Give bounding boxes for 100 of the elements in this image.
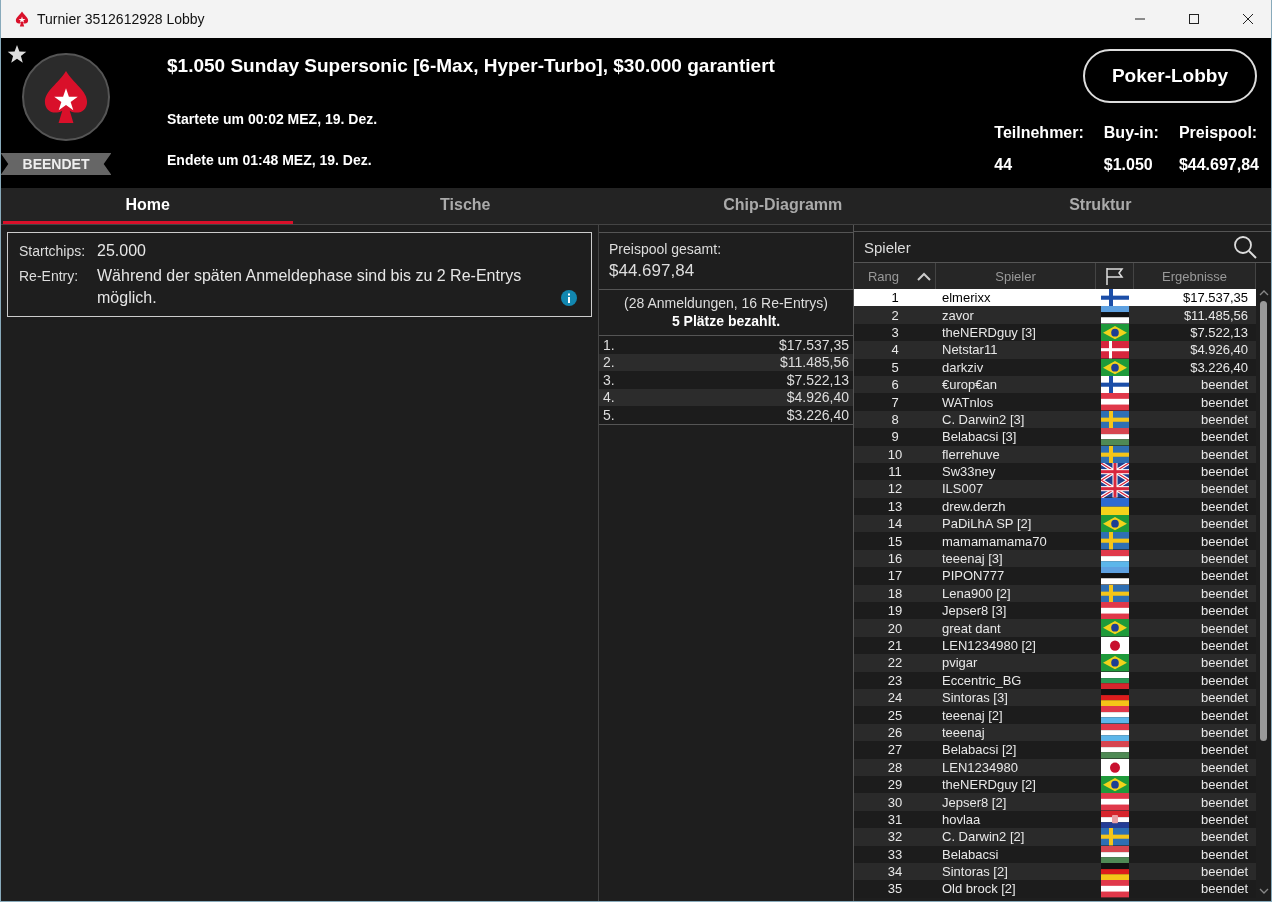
- player-name: teeenaj: [941, 724, 986, 740]
- player-name: elmerixx: [941, 290, 992, 306]
- player-name: C. Darwin2 [2]: [941, 829, 1026, 845]
- rank-cell-text: 18: [886, 585, 904, 601]
- result-cell-text: beendet: [1200, 585, 1249, 601]
- player-name: Sintoras [3]: [941, 690, 1009, 706]
- player-name: flerrehuve: [941, 446, 1001, 462]
- rank-cell-text: 4: [890, 342, 900, 358]
- payout-place: 5.: [603, 406, 615, 423]
- player-row[interactable]: 14 PaDiLhA SP [2] beendet: [854, 515, 1256, 533]
- close-icon[interactable]: [1242, 13, 1254, 25]
- result-cell-text: beendet: [1200, 498, 1249, 514]
- payout-amount: $7.522,13: [786, 371, 849, 388]
- result-cell-text: beendet: [1200, 620, 1249, 636]
- player-name: Jepser8 [2]: [941, 794, 1008, 810]
- player-row[interactable]: 1 elmerixx $17.537,35: [854, 289, 1256, 307]
- scroll-down-icon[interactable]: [1258, 887, 1269, 895]
- rank-cell-text: 12: [886, 481, 904, 497]
- player-name: C. Darwin2 [3]: [941, 411, 1026, 427]
- rank-cell-text: 5: [890, 359, 900, 375]
- player-name: Sw33ney: [941, 464, 997, 480]
- rank-cell-text: 9: [890, 429, 900, 445]
- result-cell-text: beendet: [1200, 655, 1249, 671]
- search-label: Spieler: [864, 238, 911, 256]
- result-cell-text: beendet: [1200, 481, 1249, 497]
- entries-text: (28 Anmeldungen, 16 Re-Entrys): [624, 295, 828, 311]
- favorite-star-icon[interactable]: [7, 44, 27, 64]
- stat-label: Teilnehmer:: [994, 124, 1084, 142]
- rank-cell-text: 16: [886, 551, 904, 567]
- result-cell-text: beendet: [1200, 411, 1249, 427]
- player-name: theNERDguy [2]: [941, 777, 1037, 793]
- result-cell-text: beendet: [1200, 551, 1249, 567]
- player-row[interactable]: 22 pvigar beendet: [854, 654, 1256, 672]
- player-name: LEN1234980: [941, 759, 1019, 775]
- result-cell-text: $3.226,40: [1189, 359, 1249, 375]
- result-cell-text: beendet: [1200, 568, 1249, 584]
- status-ribbon: BEENDET: [0, 153, 112, 175]
- stat-label: Buy-in:: [1103, 124, 1159, 142]
- result-cell-text: beendet: [1200, 690, 1249, 706]
- rank-cell-text: 15: [886, 533, 904, 549]
- player-name: PIPON777: [941, 568, 1006, 584]
- detail-value: Während der späten Anmeldephase sind bis zu 2 Re-Entrys möglich.: [97, 266, 523, 308]
- player-row[interactable]: 12 ILS007 beendet: [854, 480, 1256, 498]
- rank-cell-text: 20: [886, 620, 904, 636]
- player-name: Belabacsi [2]: [941, 742, 1018, 758]
- detail-label: Re-Entry:: [19, 267, 80, 286]
- payout-amount: $3.226,40: [786, 406, 849, 423]
- flag-icon[interactable]: [1104, 267, 1125, 285]
- rank-cell-text: 1: [890, 290, 900, 306]
- rank-cell-text: 8: [890, 411, 900, 427]
- poker-lobby-button[interactable]: Poker-Lobby: [1082, 49, 1257, 103]
- tab[interactable]: Home: [3, 188, 293, 224]
- result-cell-text: beendet: [1200, 394, 1249, 410]
- payout-place: 2.: [603, 354, 615, 371]
- tab[interactable]: Tische: [320, 188, 610, 224]
- payout-amount: $17.537,35: [778, 336, 849, 353]
- player-search-bar[interactable]: Spieler: [854, 231, 1271, 263]
- result-cell-text: beendet: [1200, 777, 1249, 793]
- info-icon[interactable]: [561, 290, 577, 306]
- search-icon[interactable]: [1233, 235, 1257, 259]
- player-row[interactable]: 32 C. Darwin2 [2] beendet: [854, 828, 1256, 846]
- player-name: great dant: [941, 620, 1002, 636]
- rank-cell-text: 27: [886, 742, 904, 758]
- result-cell-text: $17.537,35: [1181, 290, 1249, 306]
- player-name: mamamamama70: [941, 533, 1048, 549]
- result-cell-text: beendet: [1200, 429, 1249, 445]
- tab[interactable]: Chip-Diagramm: [638, 188, 928, 224]
- player-row[interactable]: 4 Netstar11 $4.926,40: [854, 341, 1256, 359]
- rank-cell-text: 35: [886, 881, 904, 897]
- result-cell-text: $4.926,40: [1189, 342, 1249, 358]
- player-name: teeenaj [2]: [941, 707, 1004, 723]
- rank-cell-text: 3: [890, 324, 900, 340]
- stat-value: $1.050: [1103, 156, 1154, 174]
- player-row[interactable]: 2 zavor $11.485,56: [854, 306, 1256, 324]
- rank-cell-text: 29: [886, 777, 904, 793]
- player-name: Netstar11: [941, 342, 999, 358]
- detail-label: Startchips:: [19, 242, 87, 261]
- prize-pool-amount: $44.697,84: [609, 261, 696, 281]
- rank-cell-text: 19: [886, 603, 904, 619]
- player-name: ILS007: [941, 481, 985, 497]
- maximize-icon[interactable]: [1188, 13, 1200, 25]
- result-cell-text: beendet: [1200, 533, 1249, 549]
- rank-cell-text: 13: [886, 498, 904, 514]
- tab[interactable]: Struktur: [955, 188, 1245, 224]
- player-name: hovlaa: [941, 811, 982, 827]
- player-name: Sintoras [2]: [941, 864, 1009, 880]
- scroll-up-icon[interactable]: [1258, 289, 1269, 297]
- player-row[interactable]: 30 Jepser8 [2] beendet: [854, 793, 1256, 811]
- rank-cell-text: 30: [886, 794, 904, 810]
- player-row[interactable]: 20 great dant beendet: [854, 619, 1256, 637]
- rank-cell-text: 24: [886, 690, 904, 706]
- payout-place: 3.: [603, 371, 615, 388]
- rank-cell-text: 32: [886, 829, 904, 845]
- end-time: Endete um 01:48 MEZ, 19. Dez.: [167, 152, 373, 168]
- player-name: darkziv: [941, 359, 985, 375]
- rank-cell-text: 21: [886, 638, 904, 653]
- rank-cell-text: 23: [886, 672, 904, 688]
- rank-cell-text: 28: [886, 759, 904, 775]
- payout-amount: $11.485,56: [779, 354, 849, 371]
- stat-value: 44: [994, 156, 1014, 174]
